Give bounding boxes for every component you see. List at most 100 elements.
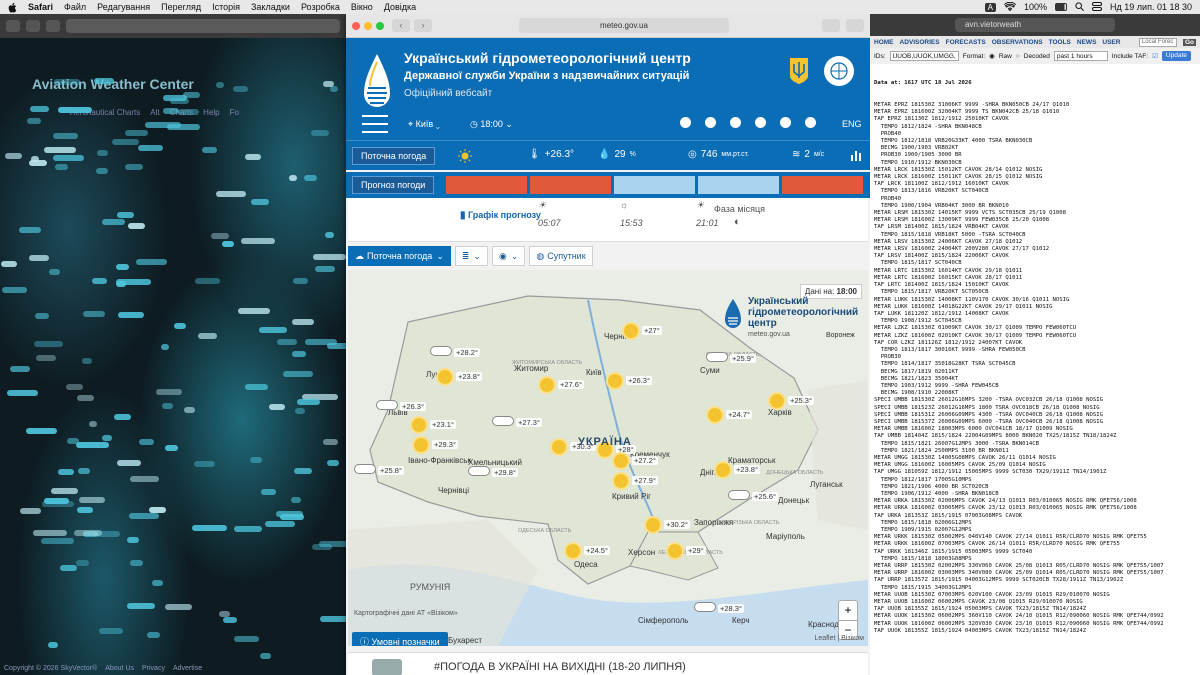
forecast-day-4[interactable]	[698, 176, 779, 194]
hamburger-menu-icon[interactable]	[362, 115, 388, 133]
address-bar[interactable]: meteo.gov.ua	[519, 18, 729, 33]
cloud-icon[interactable]	[468, 466, 490, 476]
nav-alt[interactable]: Alt	[150, 108, 159, 117]
minimize-window-button[interactable]	[364, 21, 372, 30]
nav-help[interactable]: Help	[203, 108, 219, 117]
time-selector[interactable]: ◷ 18:00 ⌄	[470, 119, 513, 130]
instagram-icon[interactable]	[755, 117, 766, 128]
battery-icon[interactable]	[1055, 3, 1068, 11]
nav-tools[interactable]: TOOLS	[1049, 39, 1071, 46]
sun-icon[interactable]	[412, 418, 426, 432]
forecast-day-1[interactable]	[446, 176, 527, 194]
tab-satellite[interactable]: ◍ Супутник	[529, 246, 593, 266]
clock[interactable]: Нд 19 лип. 01 18 30	[1110, 2, 1192, 12]
cloud-icon[interactable]	[354, 464, 376, 474]
sun-icon[interactable]	[540, 378, 554, 392]
sun-icon[interactable]	[438, 370, 452, 384]
zoom-in-button[interactable]: +	[839, 601, 857, 621]
forecast-graph-link[interactable]: ▮ Графік прогнозу	[460, 210, 541, 221]
close-window-button[interactable]	[352, 21, 360, 30]
current-weather-label[interactable]: Поточна погода	[352, 146, 436, 165]
forecast-day-5[interactable]	[782, 176, 863, 194]
nav-fo[interactable]: Fo	[230, 108, 239, 117]
forecast-day-2[interactable]	[530, 176, 611, 194]
about-link[interactable]: About Us	[105, 665, 134, 672]
menu-app-name[interactable]: Safari	[28, 2, 53, 12]
sun-icon[interactable]	[668, 544, 682, 558]
tabs-button[interactable]	[846, 19, 864, 32]
weather-radar-map[interactable]: Aviation Weather Center Aeronautical Cha…	[0, 38, 346, 675]
city-selector[interactable]: ⌖ Київ ⌄	[408, 119, 440, 130]
sun-icon[interactable]	[716, 463, 730, 477]
leaflet-attribution[interactable]: Leaflet | Візіком	[814, 635, 864, 642]
go-button[interactable]: Go	[1182, 38, 1196, 46]
update-button[interactable]: Update	[1161, 51, 1191, 61]
forward-button[interactable]: ›	[414, 19, 432, 32]
share-button[interactable]	[822, 19, 840, 32]
include-taf-checkbox[interactable]: ☑	[1152, 52, 1158, 60]
search-icon[interactable]	[1075, 1, 1085, 13]
telegram-icon[interactable]	[780, 117, 791, 128]
sun-icon[interactable]	[414, 438, 428, 452]
menu-edit[interactable]: Редагування	[97, 2, 150, 12]
sun-icon[interactable]	[770, 394, 784, 408]
privacy-link[interactable]: Privacy	[142, 665, 165, 672]
sun-icon[interactable]	[624, 324, 638, 338]
control-center-icon[interactable]	[1092, 1, 1103, 13]
zoom-window-button[interactable]	[376, 21, 384, 30]
sun-icon[interactable]	[646, 518, 660, 532]
menu-file[interactable]: Файл	[64, 2, 86, 12]
sun-icon[interactable]	[608, 374, 622, 388]
decoded-radio[interactable]: ○	[1016, 53, 1020, 60]
back-button[interactable]: ‹	[392, 19, 410, 32]
address-bar[interactable]	[66, 19, 340, 33]
search-input[interactable]: Local Forec	[1138, 37, 1177, 47]
hours-select[interactable]: past 1 hours	[1053, 51, 1108, 61]
tab-radar[interactable]: ◉ ⌄	[491, 246, 526, 266]
sidebar-button[interactable]	[46, 20, 60, 32]
forecast-label[interactable]: Прогноз погоди	[352, 176, 435, 194]
nav-forecasts[interactable]: FORECASTS	[946, 39, 986, 46]
nav-advisories[interactable]: ADVISORIES	[900, 39, 940, 46]
whatsapp-icon[interactable]	[805, 117, 816, 128]
ugmc-logo[interactable]	[358, 52, 396, 118]
nav-home[interactable]: HOME	[874, 39, 894, 46]
cloud-icon[interactable]	[376, 400, 398, 410]
news-item[interactable]: #ПОГОДА В УКРАЇНІ НА ВИХІДНІ (18-20 ЛИПН…	[348, 652, 868, 675]
nav-news[interactable]: NEWS	[1077, 39, 1097, 46]
language-switch[interactable]: ENG	[842, 119, 862, 129]
address-bar[interactable]: avn.vietorweath	[955, 18, 1115, 32]
apple-icon[interactable]	[8, 2, 18, 13]
youtube-icon[interactable]	[730, 117, 741, 128]
back-button[interactable]	[6, 20, 20, 32]
sun-icon[interactable]	[708, 408, 722, 422]
sun-icon[interactable]	[614, 454, 628, 468]
raw-radio[interactable]: ◉	[989, 52, 995, 60]
cloud-icon[interactable]	[706, 352, 728, 362]
menu-history[interactable]: Історія	[212, 2, 240, 12]
cloud-icon[interactable]	[430, 346, 452, 356]
battery-percent[interactable]: 100%	[1024, 2, 1047, 12]
cloud-icon[interactable]	[694, 602, 716, 612]
cloud-icon[interactable]	[728, 490, 750, 500]
menu-bookmarks[interactable]: Закладки	[251, 2, 290, 12]
nav-user[interactable]: USER	[1102, 39, 1120, 46]
sun-icon[interactable]	[566, 544, 580, 558]
facebook-icon[interactable]	[705, 117, 716, 128]
forecast-day-3[interactable]	[614, 176, 695, 194]
forward-button[interactable]	[26, 20, 40, 32]
menu-develop[interactable]: Розробка	[301, 2, 340, 12]
menu-help[interactable]: Довідка	[384, 2, 416, 12]
account-icon[interactable]	[680, 117, 691, 128]
tab-layers[interactable]: ≣ ⌄	[454, 246, 488, 266]
legend-button[interactable]: ⓘ Умовні позначки	[352, 632, 448, 646]
sun-icon[interactable]	[552, 440, 566, 454]
menu-window[interactable]: Вікно	[351, 2, 373, 12]
sun-icon[interactable]	[614, 474, 628, 488]
menu-view[interactable]: Перегляд	[161, 2, 201, 12]
wifi-icon[interactable]	[1003, 1, 1017, 13]
ukraine-weather-map[interactable]: Дані на: 18:00 Український гідрометеорол…	[348, 270, 868, 646]
bar-chart-icon[interactable]	[850, 149, 862, 161]
ids-input[interactable]: UUOB,UUOK,UMGG,	[889, 51, 959, 61]
tab-current-weather[interactable]: ☁ Поточна погода ⌄	[348, 246, 451, 266]
